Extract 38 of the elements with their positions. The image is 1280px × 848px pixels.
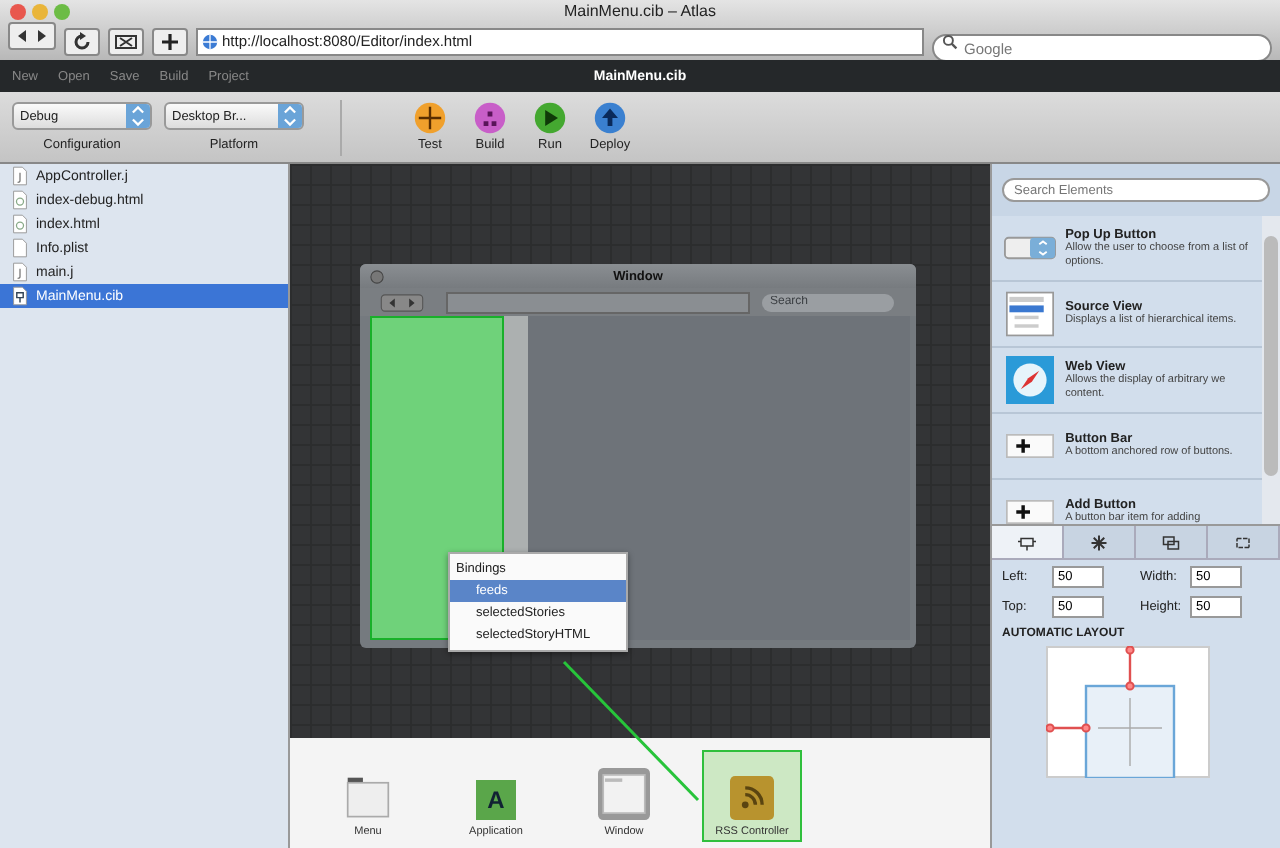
list-view-icon <box>1005 290 1054 338</box>
scrollbar[interactable] <box>1262 216 1280 524</box>
back-forward-icon[interactable] <box>8 22 56 50</box>
application-icon: A <box>476 780 516 820</box>
window-icon <box>598 768 650 820</box>
address-field[interactable] <box>446 291 750 313</box>
snapshot-icon[interactable] <box>108 27 144 55</box>
folder-icon <box>346 776 390 820</box>
settings-icon <box>1090 533 1108 551</box>
test-icon[interactable] <box>414 102 446 134</box>
reload-icon[interactable] <box>64 27 100 55</box>
file-icon <box>12 286 28 306</box>
connection-line <box>562 660 702 804</box>
plus-icon <box>1003 500 1056 524</box>
run-icon[interactable] <box>534 102 566 134</box>
file-icon <box>12 262 28 282</box>
close-icon[interactable] <box>370 269 384 283</box>
plus-icon <box>1003 434 1056 458</box>
compass-icon <box>1005 356 1054 404</box>
close-icon[interactable] <box>10 4 26 20</box>
web-file-icon <box>12 190 28 210</box>
window-title: MainMenu.cib – Atlas <box>563 2 717 20</box>
stepper-icon <box>278 104 302 128</box>
deploy-icon[interactable] <box>594 102 626 134</box>
popup-button-icon <box>1003 236 1056 260</box>
search-icon <box>942 33 958 49</box>
file-icon <box>12 238 28 258</box>
rss-icon <box>730 776 774 820</box>
stepper-icon <box>126 104 150 128</box>
build-icon[interactable] <box>474 102 506 134</box>
add-icon[interactable] <box>152 27 188 55</box>
globe-icon <box>202 33 218 49</box>
web-file-icon <box>12 214 28 234</box>
connections-icon <box>1234 533 1252 551</box>
autosize-diagram[interactable] <box>1046 646 1210 778</box>
inspector-tab[interactable] <box>992 526 1064 558</box>
resize-icon <box>1018 533 1036 551</box>
windows-icon <box>1162 533 1180 551</box>
